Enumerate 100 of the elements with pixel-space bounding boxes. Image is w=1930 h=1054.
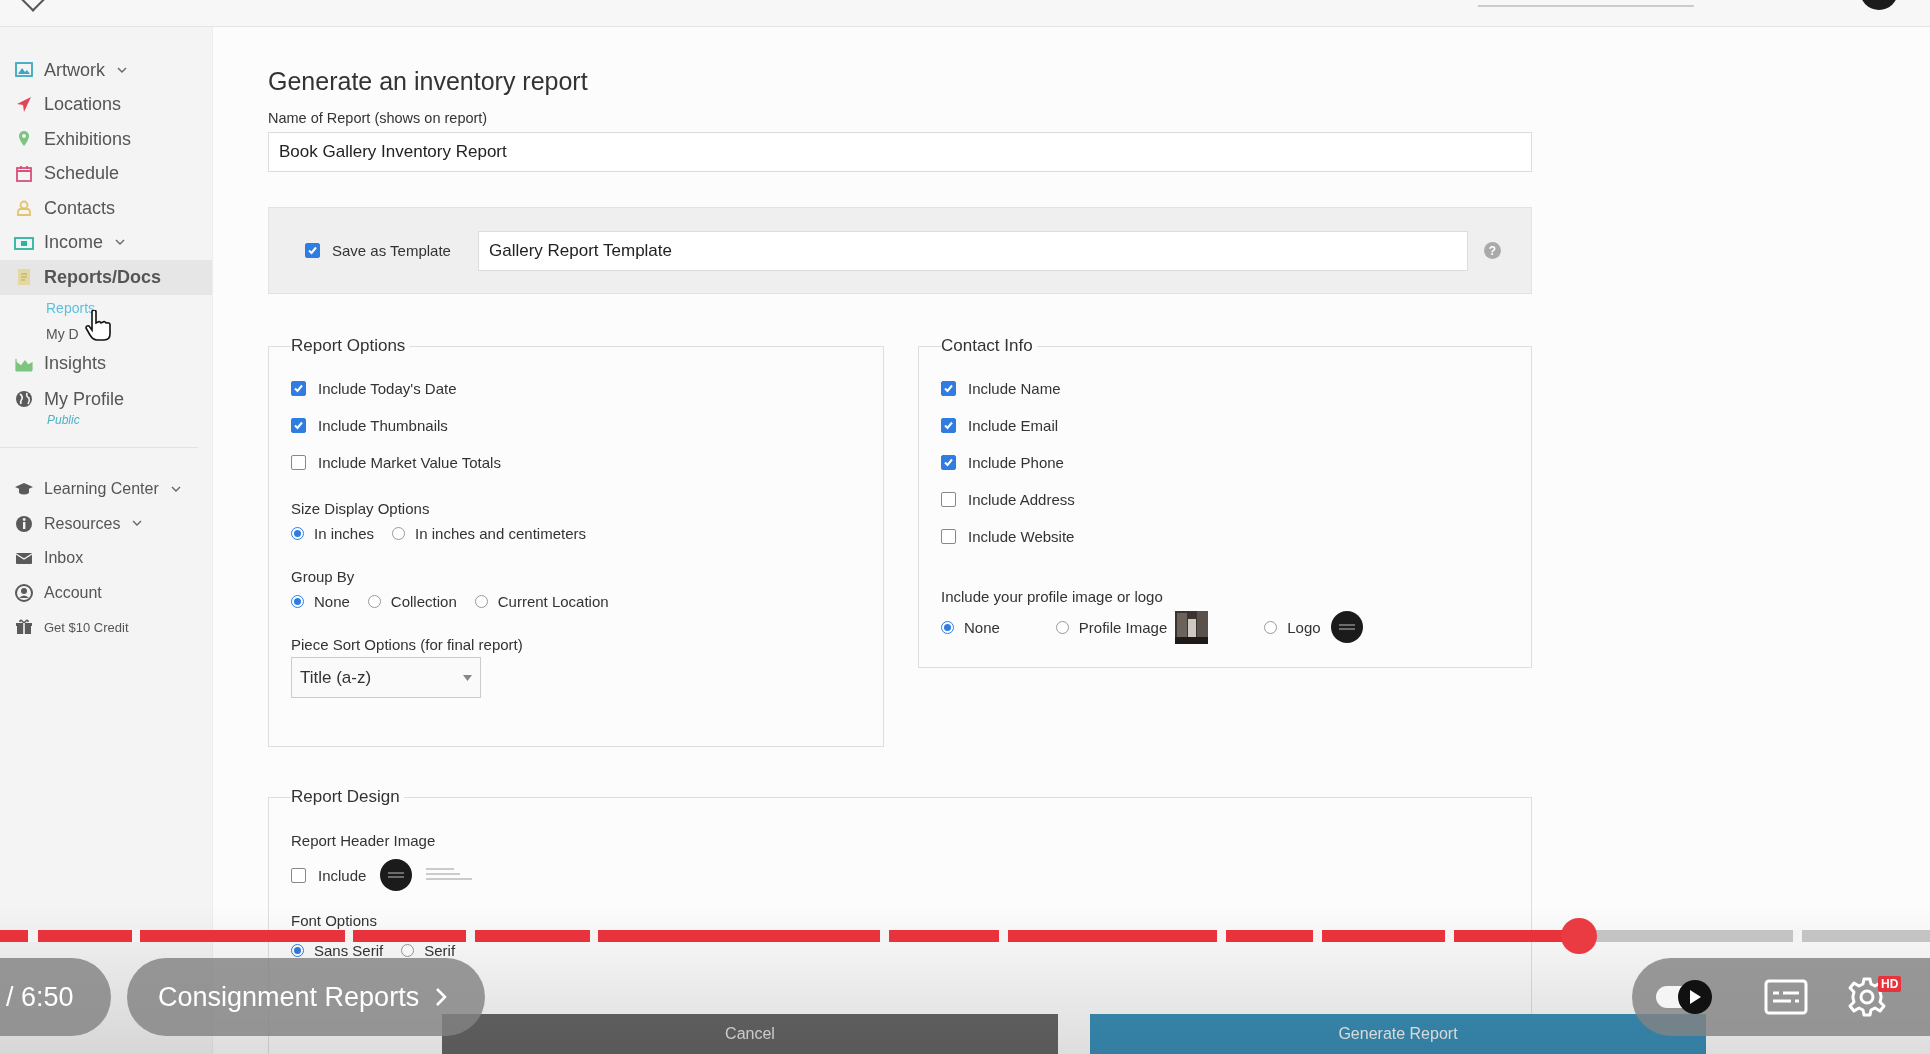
field-label: Name of Report (shows on report)	[268, 110, 489, 126]
section-title: Contact Info	[941, 336, 1034, 356]
checkbox-label: Include Today's Date	[318, 380, 457, 397]
section-title: Report Options	[291, 336, 407, 356]
radio-button[interactable]	[401, 943, 415, 957]
checkbox[interactable]	[941, 381, 956, 396]
progress-thumb[interactable]	[1560, 918, 1597, 954]
checkbox-label: Include	[318, 866, 367, 884]
info-icon	[14, 513, 34, 534]
radio-label: Sans Serif	[314, 941, 384, 959]
radio-button[interactable]	[941, 620, 954, 634]
chapter-marker	[999, 930, 1009, 942]
sidebar-item[interactable]: Resources	[0, 506, 212, 541]
option-label: Font Options	[291, 911, 378, 929]
checkbox[interactable]	[941, 418, 956, 433]
autoplay-toggle[interactable]	[1656, 980, 1712, 1014]
checkbox-label: Include Address	[968, 491, 1075, 508]
video-progress-bar[interactable]	[0, 930, 1930, 942]
chapter-marker	[1217, 930, 1226, 942]
chapter-marker	[880, 930, 889, 942]
checkbox-label: Include Thumbnails	[318, 417, 448, 434]
checkbox[interactable]	[291, 381, 306, 396]
sidebar-item[interactable]: Reports/Docs	[0, 260, 212, 295]
checkbox[interactable]	[291, 455, 306, 470]
radio-button[interactable]	[291, 943, 304, 957]
time-display: / 6:50	[0, 958, 111, 1036]
sidebar-subitem[interactable]: My D	[0, 320, 212, 347]
sidebar-item[interactable]: Income	[0, 225, 212, 260]
radio-button[interactable]	[291, 594, 304, 608]
logo-icon	[380, 859, 413, 891]
report-name-field[interactable]: Book Gallery Inventory Report	[268, 132, 1532, 172]
caret-icon	[463, 674, 472, 681]
chapter-marker	[589, 930, 599, 942]
radio-label: In inches and centimeters	[415, 524, 586, 542]
sidebar-item[interactable]: Insights	[0, 346, 212, 381]
checkbox[interactable]	[291, 418, 306, 433]
sidebar-item[interactable]: Exhibitions	[0, 122, 212, 157]
sidebar-item[interactable]: Account	[0, 575, 212, 610]
checkbox-label: Include Market Value Totals	[318, 454, 501, 471]
chapter-marker	[28, 930, 39, 942]
play-icon	[1688, 989, 1702, 1005]
profile-status: Public	[46, 413, 81, 429]
option-label: Size Display Options	[291, 499, 431, 517]
sidebar-item[interactable]: Locations	[0, 87, 212, 122]
checkbox[interactable]	[305, 243, 320, 258]
section-title: Report Design	[291, 787, 401, 807]
checkbox-label: Include Phone	[968, 454, 1064, 471]
quality-badge: HD	[1878, 976, 1902, 992]
chevron-down-icon	[170, 485, 181, 493]
radio-label: Profile Image	[1078, 618, 1168, 636]
chapter-marker	[1793, 930, 1802, 942]
checkbox[interactable]	[941, 455, 956, 470]
checkbox-label: Include Website	[968, 528, 1075, 545]
sort-dropdown[interactable]: Title (a-z)	[291, 657, 481, 698]
checkbox[interactable]	[291, 867, 306, 883]
radio-button[interactable]	[1264, 620, 1278, 634]
radio-label: Logo	[1287, 618, 1321, 636]
radio-label: None	[314, 592, 350, 610]
cancel-button[interactable]: Cancel	[442, 1014, 1058, 1054]
page-title: Generate an inventory report	[268, 67, 589, 96]
chevron-down-icon	[132, 520, 143, 528]
sidebar-item[interactable]: Get $10 Credit	[0, 610, 212, 645]
checkbox-label: Include Name	[968, 380, 1061, 397]
sidebar-item[interactable]: Inbox	[0, 541, 212, 576]
option-label: Piece Sort Options (for final report)	[291, 635, 524, 653]
user-circle-icon	[14, 582, 34, 603]
globe-icon	[14, 389, 34, 409]
calendar-icon	[14, 163, 34, 184]
radio-button[interactable]	[392, 526, 406, 540]
sidebar-item[interactable]: Artwork	[0, 53, 212, 88]
checkbox-label: Save as Template	[332, 242, 452, 259]
radio-button[interactable]	[291, 526, 304, 540]
chapter-marker	[1445, 930, 1454, 942]
chapter-marker	[466, 930, 476, 942]
sidebar-item[interactable]: Learning Center	[0, 472, 212, 507]
template-name-field[interactable]: Gallery Report Template	[478, 230, 1468, 271]
checkbox[interactable]	[941, 492, 956, 507]
chapter-marker	[1313, 930, 1322, 942]
subtitles-icon[interactable]	[1764, 979, 1808, 1015]
person-icon	[14, 198, 34, 219]
radio-label: Serif	[424, 941, 456, 959]
checkbox-label: Include Email	[968, 417, 1059, 434]
logo-icon	[1330, 611, 1363, 643]
radio-label: None	[964, 618, 1000, 636]
option-label: Report Header Image	[291, 831, 437, 849]
radio-label: Current Location	[497, 592, 609, 610]
sidebar-item[interactable]: Schedule	[0, 156, 212, 191]
radio-button[interactable]	[367, 594, 381, 608]
radio-button[interactable]	[1055, 620, 1069, 634]
radio-label: In inches	[314, 524, 375, 542]
radio-label: Collection	[390, 592, 457, 610]
sidebar-item[interactable]: My Profile	[0, 385, 212, 413]
chevron-down-icon	[117, 66, 127, 74]
radio-button[interactable]	[474, 594, 488, 608]
option-label: Group By	[291, 567, 356, 585]
option-label: Include your profile image or logo	[941, 587, 1164, 605]
sidebar-item[interactable]: Contacts	[0, 191, 212, 226]
chapter-marker	[344, 930, 354, 942]
chapter-marker	[131, 930, 141, 942]
checkbox[interactable]	[941, 529, 956, 544]
